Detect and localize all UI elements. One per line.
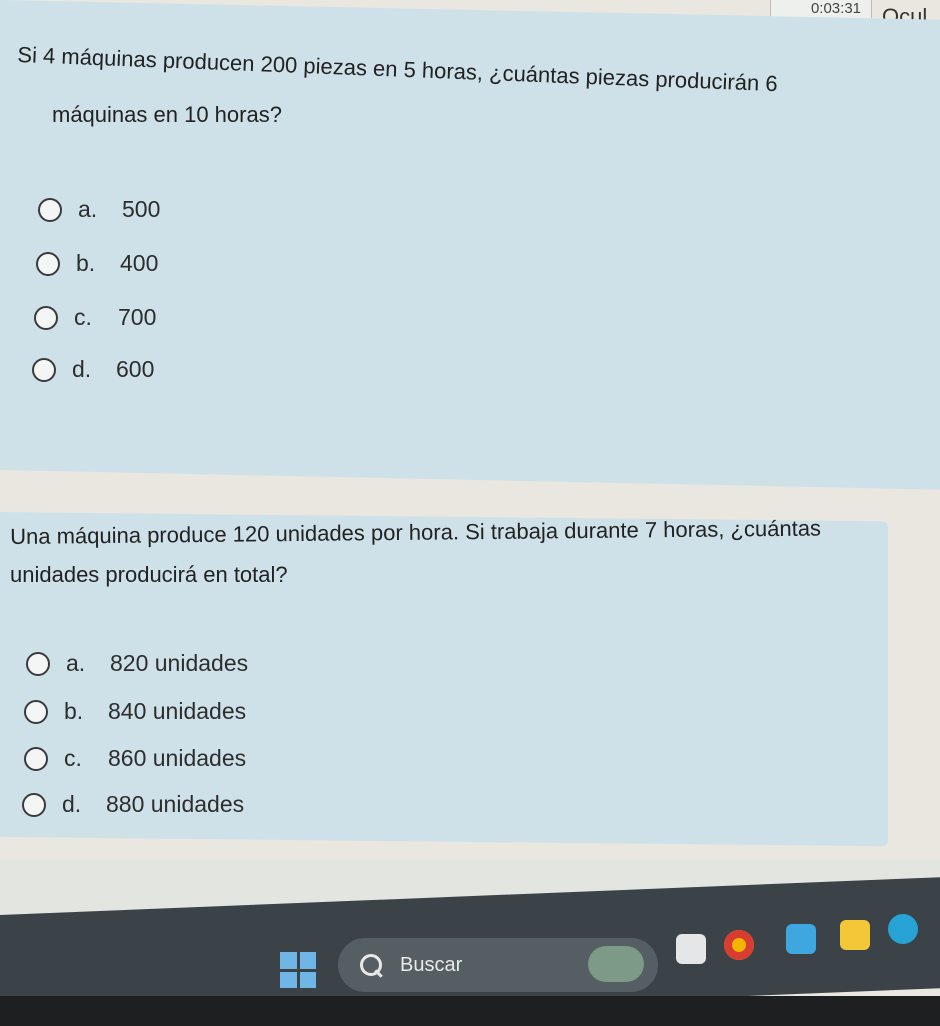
monitor-bezel [0,996,940,1026]
option-value: 500 [122,196,161,222]
option-value: 880 unidades [106,791,245,817]
task-view-icon[interactable] [676,934,706,964]
search-label: Buscar [400,953,463,976]
widget-icon[interactable] [588,946,644,982]
option-letter: a. [78,196,98,222]
option-value: 820 unidades [110,650,249,676]
search-icon [360,954,382,976]
option-letter: d. [62,791,82,817]
option-value: 400 [120,250,159,276]
radio-button[interactable] [26,651,50,676]
option-letter: a. [66,650,86,676]
radio-button[interactable] [34,305,58,330]
q2-option-b[interactable]: b. 840 unidades [24,698,246,725]
question-1-text-line2: máquinas en 10 horas? [52,102,282,127]
q1-option-d[interactable]: d. 600 [32,356,154,383]
chrome-icon[interactable] [724,930,754,960]
option-letter: c. [64,745,82,771]
file-explorer-icon[interactable] [840,920,870,950]
option-letter: b. [64,698,84,724]
q2-option-c[interactable]: c. 860 unidades [24,745,246,772]
option-letter: c. [74,304,92,330]
copilot-icon[interactable] [786,924,816,954]
q2-option-a[interactable]: a. 820 unidades [26,650,248,677]
q1-option-c[interactable]: c. 700 [34,304,156,331]
option-value: 600 [116,356,155,382]
radio-button[interactable] [32,357,56,382]
timer-text: 0:03:31 [810,0,861,17]
option-value: 840 unidades [108,698,247,724]
radio-button[interactable] [38,197,62,222]
edge-icon[interactable] [888,914,918,944]
option-letter: d. [72,356,92,382]
option-value: 700 [118,304,157,330]
radio-button[interactable] [24,746,48,771]
q2-option-d[interactable]: d. 880 unidades [22,791,244,818]
radio-button[interactable] [22,792,46,817]
q1-option-a[interactable]: a. 500 [38,196,160,223]
option-value: 860 unidades [108,745,247,771]
question-2-text-line2: unidades producirá en total? [10,562,288,587]
windows-start-icon[interactable] [280,952,316,988]
radio-button[interactable] [24,699,48,724]
radio-button[interactable] [36,251,60,276]
taskbar-search-box[interactable]: Buscar [338,938,658,992]
q1-option-b[interactable]: b. 400 [36,250,158,277]
option-letter: b. [76,250,96,276]
